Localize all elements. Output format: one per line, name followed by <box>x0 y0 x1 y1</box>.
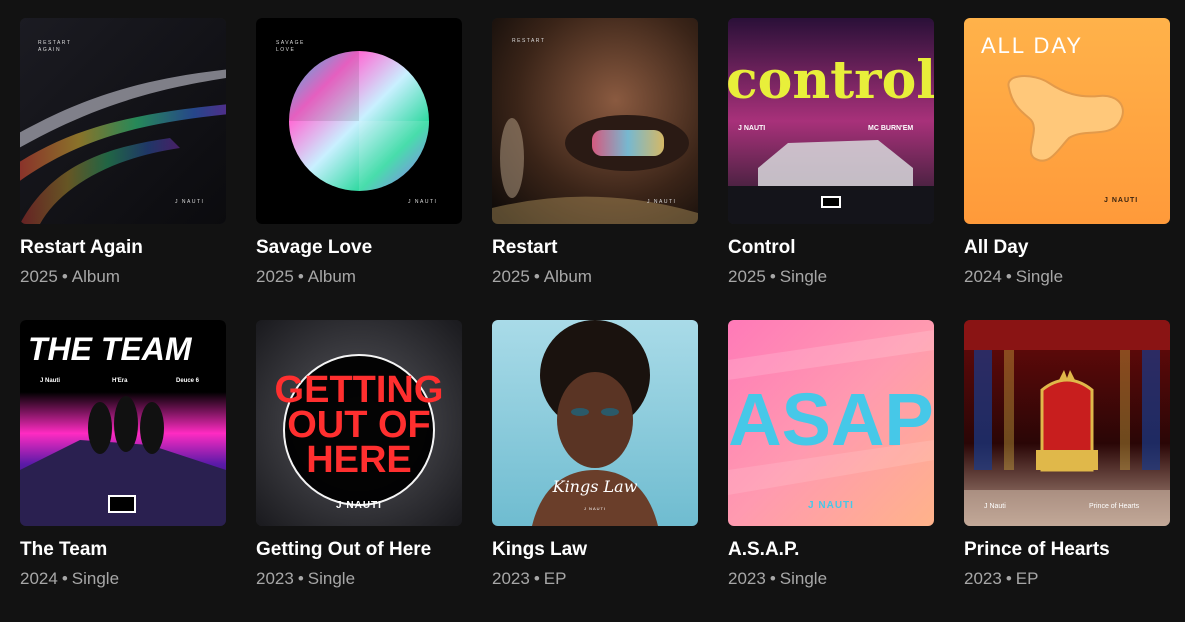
cover-title: control <box>728 50 934 111</box>
cover-text: H'Era <box>112 378 128 384</box>
release-meta: 2024 • Single <box>20 568 226 590</box>
release-type: Single <box>307 569 356 588</box>
release-type: EP <box>543 569 567 588</box>
release-card-prince-of-hearts[interactable]: J Nauti Prince of Hearts Prince of Heart… <box>964 320 1170 622</box>
album-cover[interactable]: GETTING OUT OF HERE J NAUTI <box>256 320 462 526</box>
album-cover[interactable]: control J NAUTI MC BURN'EM <box>728 18 934 224</box>
cover-text: RESTART <box>38 40 71 46</box>
release-year: 2023 <box>964 569 1002 588</box>
album-cover[interactable]: ASAP J NAUTI <box>728 320 934 526</box>
cover-artist: J NAUTI <box>738 125 765 132</box>
album-cover[interactable]: THE TEAM J Nauti H'Era Deuce 6 <box>20 320 226 526</box>
cover-text: RESTART <box>512 38 545 44</box>
cover-text: J Nauti <box>40 378 60 384</box>
release-year: 2023 <box>492 569 530 588</box>
release-meta: 2025 • Single <box>728 266 934 288</box>
album-cover[interactable]: J Nauti Prince of Hearts <box>964 320 1170 526</box>
release-title[interactable]: Savage Love <box>256 236 462 260</box>
release-year: 2025 <box>728 267 766 286</box>
cover-artist: J NAUTI <box>584 506 606 511</box>
release-year: 2025 <box>20 267 58 286</box>
release-type: Album <box>71 267 120 286</box>
release-card-restart-again[interactable]: RESTART AGAIN J NAUTI Restart Again 2025… <box>20 18 226 320</box>
cover-title: Kings Law <box>552 477 638 496</box>
release-type: Single <box>71 569 120 588</box>
cover-artist: J NAUTI <box>336 500 382 511</box>
release-title[interactable]: Restart <box>492 236 698 260</box>
cover-title: HERE <box>306 439 412 481</box>
album-cover[interactable]: SAVAGE LOVE J NAUTI <box>256 18 462 224</box>
separator-dot: • <box>533 267 540 286</box>
release-type: Single <box>779 267 828 286</box>
cover-text: LOVE <box>276 47 295 53</box>
release-year: 2025 <box>256 267 294 286</box>
release-meta: 2025 • Album <box>256 266 462 288</box>
separator-dot: • <box>61 569 68 588</box>
release-card-asap[interactable]: ASAP J NAUTI A.S.A.P. 2023 • Single <box>728 320 934 622</box>
separator-dot: • <box>297 267 304 286</box>
release-meta: 2023 • EP <box>492 568 698 590</box>
release-title[interactable]: Kings Law <box>492 538 698 562</box>
release-card-getting-out-of-here[interactable]: GETTING OUT OF HERE J NAUTI Getting Out … <box>256 320 462 622</box>
release-meta: 2023 • Single <box>728 568 934 590</box>
cover-artist: J NAUTI <box>647 199 676 205</box>
release-meta: 2025 • Album <box>20 266 226 288</box>
release-meta: 2025 • Album <box>492 266 698 288</box>
release-card-savage-love[interactable]: SAVAGE LOVE J NAUTI Savage Love 2025 • Alb… <box>256 18 462 320</box>
release-meta: 2023 • EP <box>964 568 1170 590</box>
cover-artist: J NAUTI <box>408 199 437 205</box>
separator-dot: • <box>533 569 540 588</box>
release-card-all-day[interactable]: ALL DAY J NAUTI All Day 2024 • Single <box>964 18 1170 320</box>
cover-artist: J NAUTI <box>1104 197 1138 204</box>
cover-artist: J Nauti <box>984 503 1006 510</box>
release-title[interactable]: The Team <box>20 538 226 562</box>
release-card-kings-law[interactable]: Kings Law J NAUTI Kings Law 2023 • EP <box>492 320 698 622</box>
release-title[interactable]: A.S.A.P. <box>728 538 934 562</box>
cover-text: AGAIN <box>38 47 61 53</box>
album-cover[interactable]: Kings Law J NAUTI <box>492 320 698 526</box>
separator-dot: • <box>769 267 776 286</box>
release-title[interactable]: Getting Out of Here <box>256 538 462 562</box>
release-year: 2023 <box>256 569 294 588</box>
cover-text: SAVAGE <box>276 40 305 46</box>
release-title[interactable]: Prince of Hearts <box>964 538 1170 562</box>
release-title[interactable]: All Day <box>964 236 1170 260</box>
album-cover[interactable]: RESTART AGAIN J NAUTI <box>20 18 226 224</box>
separator-dot: • <box>769 569 776 588</box>
album-cover[interactable]: ALL DAY J NAUTI <box>964 18 1170 224</box>
release-year: 2023 <box>728 569 766 588</box>
release-type: Album <box>543 267 592 286</box>
release-type: Single <box>1015 267 1064 286</box>
cover-artist: J NAUTI <box>808 500 854 511</box>
cover-text: Prince of Hearts <box>1089 503 1140 510</box>
release-meta: 2024 • Single <box>964 266 1170 288</box>
cover-artist: MC BURN'EM <box>868 125 913 132</box>
release-card-restart[interactable]: RESTART J NAUTI Restart 2025 • Album <box>492 18 698 320</box>
cover-title: ASAP <box>728 378 934 461</box>
release-type: Album <box>307 267 356 286</box>
release-card-control[interactable]: control J NAUTI MC BURN'EM Control 2025 •… <box>728 18 934 320</box>
separator-dot: • <box>1005 569 1012 588</box>
cover-artist: J NAUTI <box>175 199 204 205</box>
release-type: EP <box>1015 569 1039 588</box>
release-meta: 2023 • Single <box>256 568 462 590</box>
separator-dot: • <box>1005 267 1012 286</box>
separator-dot: • <box>297 569 304 588</box>
release-year: 2024 <box>20 569 58 588</box>
discography-grid: RESTART AGAIN J NAUTI Restart Again 2025… <box>20 18 1170 622</box>
cover-title: ALL DAY <box>981 33 1083 58</box>
release-year: 2024 <box>964 267 1002 286</box>
release-title[interactable]: Control <box>728 236 934 260</box>
release-type: Single <box>779 569 828 588</box>
cover-text: Deuce 6 <box>176 378 200 384</box>
separator-dot: • <box>61 267 68 286</box>
cover-title: THE TEAM <box>28 331 193 367</box>
release-card-the-team[interactable]: THE TEAM J Nauti H'Era Deuce 6 The Team … <box>20 320 226 622</box>
release-year: 2025 <box>492 267 530 286</box>
release-title[interactable]: Restart Again <box>20 236 226 260</box>
album-cover[interactable]: RESTART J NAUTI <box>492 18 698 224</box>
